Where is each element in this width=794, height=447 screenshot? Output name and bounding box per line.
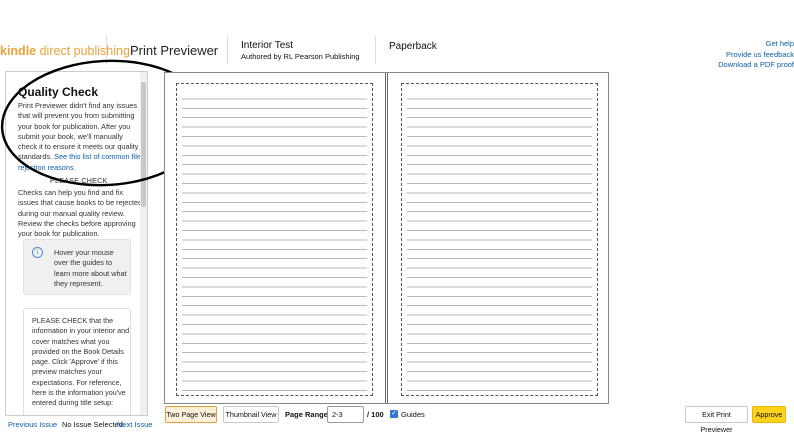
guides-checkbox[interactable]: ✓ (390, 410, 398, 418)
quality-check-title: Quality Check (18, 85, 99, 99)
download-pdf-link[interactable]: Download a PDF proof (718, 60, 794, 71)
header-divider (106, 36, 107, 64)
page-range-input[interactable] (327, 406, 364, 423)
checks-description: Checks can help you find and fix issues … (18, 188, 143, 239)
logo-rest: direct publishing (36, 44, 130, 58)
left-page (165, 73, 386, 403)
text-lines (182, 90, 367, 391)
please-check-box: PLEASE CHECK that the information in you… (23, 308, 131, 415)
header-divider (375, 36, 376, 64)
book-preview (164, 72, 609, 404)
two-page-view-button[interactable]: Two Page View (165, 406, 217, 423)
help-links: Get help Provide us feedback Download a … (718, 39, 794, 71)
book-author: Authored by RL Pearson Publishing (241, 52, 360, 61)
scrollbar-thumb[interactable] (141, 82, 146, 207)
issue-status: No Issue Selected (62, 420, 123, 429)
previous-issue-link[interactable]: Previous Issue (8, 420, 57, 429)
next-issue-link[interactable]: Next Issue (117, 420, 152, 429)
right-page (387, 73, 608, 403)
guides-info-box: i Hover your mouse over the guides to le… (23, 239, 131, 295)
app-header: kindle direct publishing Print Previewer… (0, 0, 794, 69)
panel-scrollbar[interactable] (140, 72, 147, 415)
book-format: Paperback (389, 41, 437, 52)
please-check-heading: PLEASE CHECK (50, 176, 108, 185)
text-lines (407, 90, 592, 391)
get-help-link[interactable]: Get help (718, 39, 794, 50)
issue-navigation: Previous Issue No Issue Selected Next Is… (8, 420, 152, 429)
guides-info-text: Hover your mouse over the guides to lear… (54, 248, 127, 288)
logo-kindle: kindle (0, 44, 37, 58)
feedback-link[interactable]: Provide us feedback (718, 50, 794, 61)
info-icon: i (32, 247, 43, 258)
header-divider (227, 36, 228, 64)
please-check-text: PLEASE CHECK that the information in you… (32, 316, 130, 408)
section-title: Print Previewer (130, 43, 219, 58)
book-title: Interior Test (241, 40, 294, 51)
page-range-label: Page Range: (285, 410, 331, 419)
exit-previewer-button[interactable]: Exit Print Previewer (685, 406, 748, 434)
quality-check-intro: Print Previewer didn't find any issues t… (18, 101, 142, 173)
guides-label: Guides (401, 410, 425, 419)
kdp-logo[interactable]: kindle direct publishing (0, 44, 130, 58)
thumbnail-view-button[interactable]: Thumbnail View (223, 406, 279, 423)
quality-check-panel: Quality Check Print Previewer didn't fin… (5, 71, 148, 416)
page-total: / 100 (367, 410, 384, 419)
approve-button[interactable]: Approve (752, 406, 786, 423)
